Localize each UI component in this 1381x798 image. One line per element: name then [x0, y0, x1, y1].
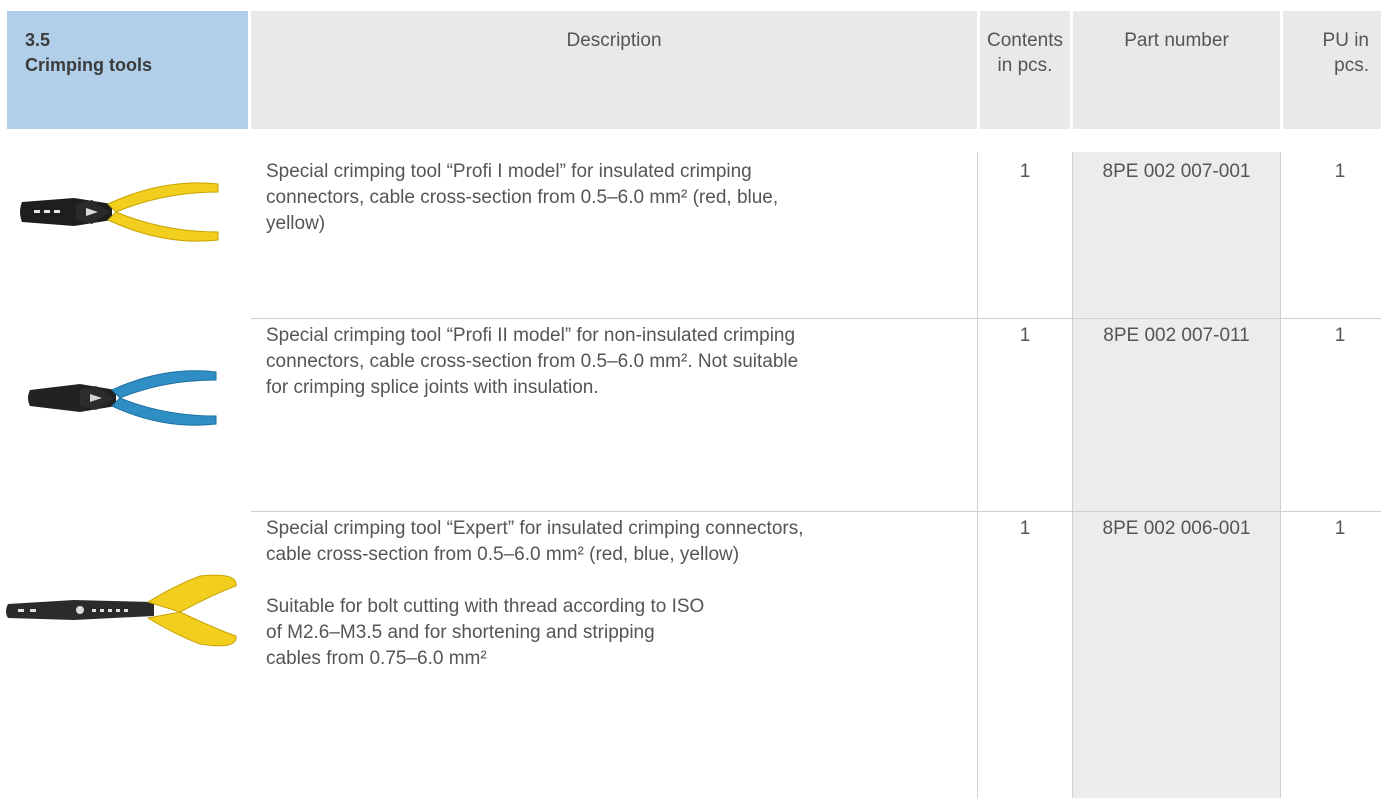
pu-header-label: PU in pcs. — [1283, 28, 1369, 78]
section-header: 3.5 Crimping tools — [7, 11, 248, 129]
column-divider — [977, 152, 978, 798]
contents-cell: 1 — [1019, 325, 1031, 346]
column-divider — [1280, 152, 1281, 798]
crimping-stripping-tool-yellow-handles-icon — [6, 574, 237, 647]
part-number-column-header: Part number — [1073, 11, 1280, 129]
contents-header-label: Contents in pcs. — [980, 28, 1070, 78]
part-number-cell: 8PE 002 007-011 — [1103, 325, 1250, 346]
contents-cell: 1 — [1019, 161, 1031, 182]
crimping-tool-yellow-handles-icon — [20, 182, 219, 242]
pu-column-header: PU in pcs. — [1283, 11, 1381, 129]
part-number-column-bg — [1073, 152, 1280, 798]
description-line: for crimping splice joints with insulati… — [266, 377, 599, 398]
row-divider — [251, 511, 1381, 512]
section-title: Crimping tools — [25, 55, 152, 75]
description-line: Special crimping tool “Expert” for insul… — [266, 518, 804, 539]
pu-header-line1: PU in — [1322, 30, 1369, 51]
row-description: Special crimping tool “Profi II model” f… — [266, 323, 966, 401]
description-line: cables from 0.75–6.0 mm² — [266, 648, 487, 669]
pu-cell: 1 — [1334, 325, 1346, 346]
crimping-tool-blue-handles-icon — [28, 370, 217, 426]
row-description: Special crimping tool “Profi I model” fo… — [266, 159, 966, 237]
description-line: Special crimping tool “Profi II model” f… — [266, 325, 796, 346]
pu-cell: 1 — [1334, 161, 1346, 182]
description-column-header: Description — [251, 11, 977, 129]
part-number-cell: 8PE 002 007-001 — [1102, 161, 1251, 182]
row-description: Special crimping tool “Expert” for insul… — [266, 516, 966, 672]
description-line: cable cross-section from 0.5–6.0 mm² (re… — [266, 544, 740, 565]
description-line: Special crimping tool “Profi I model” fo… — [266, 161, 752, 182]
contents-header-line2: in pcs. — [997, 55, 1053, 76]
description-line: connectors, cable cross-section from 0.5… — [266, 351, 799, 372]
contents-column-header: Contents in pcs. — [980, 11, 1070, 129]
row-divider — [251, 318, 1381, 319]
section-number: 3.5 — [25, 30, 51, 50]
part-number-header-label: Part number — [1124, 30, 1229, 51]
contents-cell: 1 — [1019, 518, 1031, 539]
contents-header-line1: Contents — [986, 30, 1064, 51]
part-number-cell: 8PE 002 006-001 — [1102, 518, 1251, 539]
description-line: of M2.6–M3.5 and for shortening and stri… — [266, 622, 655, 643]
pu-header-line2: pcs. — [1334, 55, 1369, 76]
pu-cell: 1 — [1334, 518, 1346, 539]
description-line: connectors, cable cross-section from 0.5… — [266, 187, 779, 208]
column-divider — [1072, 152, 1073, 798]
description-line: yellow) — [266, 213, 326, 234]
description-header-label: Description — [566, 30, 662, 51]
description-line: Suitable for bolt cutting with thread ac… — [266, 596, 705, 617]
